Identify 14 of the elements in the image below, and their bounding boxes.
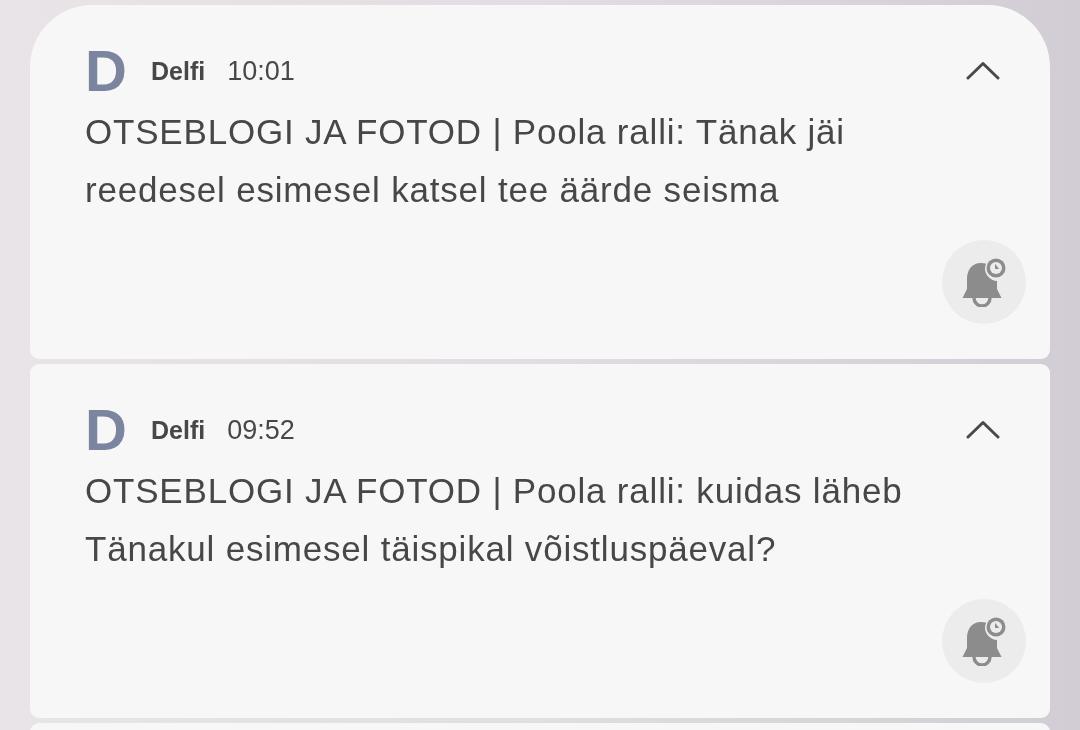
chevron-up-icon[interactable] — [966, 419, 1000, 439]
app-logo: D — [85, 50, 127, 92]
notification-card[interactable]: D Delfi 09:52 OTSEBLOGI JA FOTOD | Poola ralli: kuidas läheb Tänakul esimesel täispikal võistluspäeval? — [30, 364, 1050, 718]
chevron-up-icon[interactable] — [966, 60, 1000, 80]
app-name: Delfi — [151, 415, 206, 445]
app-name: Delfi — [151, 56, 206, 86]
notification-time: 09:52 — [227, 415, 295, 445]
bell-clock-icon — [961, 616, 1007, 666]
notification-title: OTSEBLOGI JA FOTOD | Poola ralli: Tänak jäi reedesel esimesel katsel tee äärde seisma — [85, 111, 846, 211]
notification-time: 10:01 — [227, 56, 295, 86]
app-logo: D — [85, 409, 127, 451]
bell-clock-icon — [961, 257, 1007, 307]
notification-title: OTSEBLOGI JA FOTOD | Poola ralli: kuidas läheb Tänakul esimesel täispikal võistluspäeval? — [85, 470, 904, 570]
notification-card[interactable]: D Delfi 10:01 OTSEBLOGI JA FOTOD | Poola ralli: Tänak jäi reedesel esimesel katsel tee äärde seisma — [30, 5, 1050, 359]
